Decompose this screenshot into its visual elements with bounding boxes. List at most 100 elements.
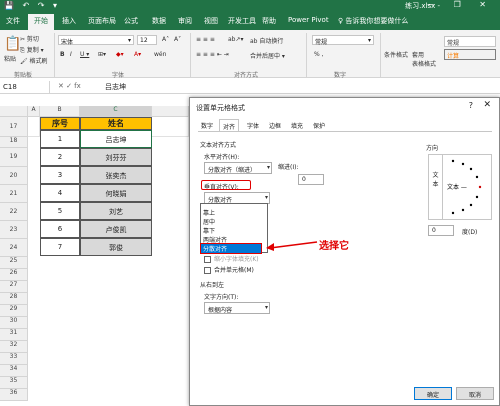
row-header[interactable]: 25 <box>0 257 28 269</box>
cut-button[interactable]: ✂ 剪切 <box>20 34 39 43</box>
tab-review[interactable]: 审阅 <box>178 16 192 26</box>
row-header[interactable]: 22 <box>0 203 28 221</box>
tab-protection[interactable]: 保护 <box>310 119 328 131</box>
font-name-select[interactable]: 宋体 ▾ <box>58 35 134 46</box>
tab-font[interactable]: 字体 <box>244 119 262 131</box>
paste-button[interactable]: 粘贴 <box>4 54 16 63</box>
row-header[interactable]: 20 <box>0 167 28 185</box>
option-top[interactable]: 靠上 <box>203 208 215 217</box>
number-format-select[interactable]: 常规 ▾ <box>312 35 374 46</box>
borders-icon[interactable]: ⊞▾ <box>98 51 106 58</box>
row-header[interactable]: 34 <box>0 365 28 377</box>
tab-home[interactable]: 开始 <box>28 14 54 30</box>
italic-button[interactable]: I <box>70 51 72 58</box>
paste-icon[interactable]: 📋 <box>4 36 21 52</box>
option-distributed[interactable]: 分散对齐 <box>200 243 262 254</box>
row-header[interactable]: 21 <box>0 185 28 203</box>
formula-buttons[interactable]: ✕ ✓ fx <box>58 82 81 90</box>
copy-button[interactable]: ⎘ 复制 ▾ <box>20 45 44 55</box>
row-header[interactable]: 29 <box>0 305 28 317</box>
grow-font-button[interactable]: A˄ <box>162 36 169 43</box>
format-table-button[interactable]: 套用 表格格式 <box>412 50 436 68</box>
row-header[interactable]: 33 <box>0 353 28 365</box>
tab-view[interactable]: 视图 <box>204 16 218 26</box>
row-header[interactable]: 24 <box>0 239 28 257</box>
tab-alignment[interactable]: 对齐 <box>219 119 240 131</box>
font-size-select[interactable]: 12 <box>137 35 157 45</box>
column-header-d[interactable] <box>152 106 189 117</box>
tell-me-search[interactable]: ♀ 告诉我你想要做什么 <box>338 16 408 26</box>
name-box[interactable]: C18 <box>0 81 50 93</box>
horizontal-align-select[interactable]: 分散对齐（缩进） ▾ <box>204 162 272 174</box>
tab-help[interactable]: 帮助 <box>262 16 276 26</box>
shrink-font-button[interactable]: A˅ <box>174 36 181 43</box>
vertical-text-toggle[interactable]: 文本 <box>429 155 443 219</box>
close-button[interactable]: ✕ <box>483 100 491 110</box>
table-cell-no[interactable]: 2 <box>40 148 80 166</box>
degree-spinner[interactable]: 0 <box>428 225 454 236</box>
tab-insert[interactable]: 插入 <box>62 16 76 26</box>
option-justify[interactable]: 两端对齐 <box>203 235 227 244</box>
underline-button[interactable]: U ▾ <box>80 51 89 58</box>
option-center[interactable]: 居中 <box>203 217 215 226</box>
select-all-corner[interactable] <box>0 106 28 117</box>
row-header[interactable]: 19 <box>0 148 28 167</box>
row-header[interactable]: 36 <box>0 389 28 401</box>
cell[interactable] <box>152 117 189 137</box>
merge-cells-checkbox[interactable]: 合并单元格(M) <box>204 265 254 274</box>
table-cell-no[interactable]: 1 <box>40 130 80 148</box>
window-controls[interactable]: — ❐ ✕ <box>427 0 494 9</box>
help-button[interactable]: ? <box>469 101 473 110</box>
table-header-name[interactable]: 姓名 <box>80 117 152 130</box>
row-header[interactable]: 32 <box>0 341 28 353</box>
align-top-icon[interactable]: ≡ ≡ ≡ <box>196 36 215 43</box>
phonetic-button[interactable]: wén <box>154 51 166 58</box>
row-header[interactable]: 23 <box>0 221 28 239</box>
table-cell-no[interactable]: 6 <box>40 220 80 238</box>
tab-number[interactable]: 数字 <box>198 119 216 131</box>
table-cell-no[interactable]: 7 <box>40 238 80 256</box>
row-header[interactable]: 28 <box>0 293 28 305</box>
cell[interactable] <box>28 117 40 137</box>
format-painter-button[interactable]: 🖌 格式刷 <box>20 56 48 65</box>
row-header[interactable]: 18 <box>0 137 28 148</box>
wrap-text-button[interactable]: ab 自动换行 <box>250 36 283 45</box>
tab-page-layout[interactable]: 页面布局 <box>88 16 116 26</box>
column-header-a[interactable]: A <box>28 106 40 117</box>
indent-spinner[interactable]: 0 <box>298 174 324 185</box>
merge-center-button[interactable]: 合并后居中 ▾ <box>250 51 285 60</box>
ok-button[interactable]: 确定 <box>414 387 452 400</box>
column-header-c[interactable]: C <box>80 106 152 117</box>
row-header[interactable]: 30 <box>0 317 28 329</box>
fill-color-icon[interactable]: ◆▾ <box>116 51 124 58</box>
tab-border[interactable]: 边框 <box>266 119 284 131</box>
table-cell-no[interactable]: 3 <box>40 166 80 184</box>
tab-power-pivot[interactable]: Power Pivot <box>288 16 329 24</box>
quick-access-toolbar[interactable]: 💾 ↶ ↷ ▾ <box>4 1 60 10</box>
row-header[interactable]: 35 <box>0 377 28 389</box>
font-color-icon[interactable]: A▾ <box>134 51 141 58</box>
tab-developer[interactable]: 开发工具 <box>228 16 256 26</box>
table-cell-no[interactable]: 4 <box>40 184 80 202</box>
table-cell-name[interactable]: 刘芬芬 <box>80 148 152 166</box>
table-cell-name-active[interactable]: 吕志坤 <box>80 130 152 148</box>
bold-button[interactable]: B <box>60 51 65 58</box>
table-cell-name[interactable]: 卢俊凯 <box>80 220 152 238</box>
align-left-icon[interactable]: ≡ ≡ ≡ ⇤ ⇥ <box>196 51 229 58</box>
style-calculation[interactable]: 计算 <box>444 49 496 60</box>
table-cell-name[interactable]: 郭俊 <box>80 238 152 256</box>
tab-formulas[interactable]: 公式 <box>124 16 138 26</box>
tab-file[interactable]: 文件 <box>6 16 20 26</box>
formula-input[interactable]: 吕志坤 <box>105 82 126 92</box>
table-cell-name[interactable]: 何晓娟 <box>80 184 152 202</box>
cancel-button[interactable]: 取消 <box>456 387 494 400</box>
table-cell-name[interactable]: 刘艺 <box>80 202 152 220</box>
table-cell-name[interactable]: 张奕杰 <box>80 166 152 184</box>
table-header-no[interactable]: 序号 <box>40 117 80 130</box>
percent-button[interactable]: % , <box>314 51 324 58</box>
text-direction-select[interactable]: 根据内容 ▾ <box>204 302 270 314</box>
option-bottom[interactable]: 靠下 <box>203 226 215 235</box>
table-cell-no[interactable]: 5 <box>40 202 80 220</box>
tab-data[interactable]: 数据 <box>152 16 166 26</box>
column-header-b[interactable]: B <box>40 106 80 117</box>
